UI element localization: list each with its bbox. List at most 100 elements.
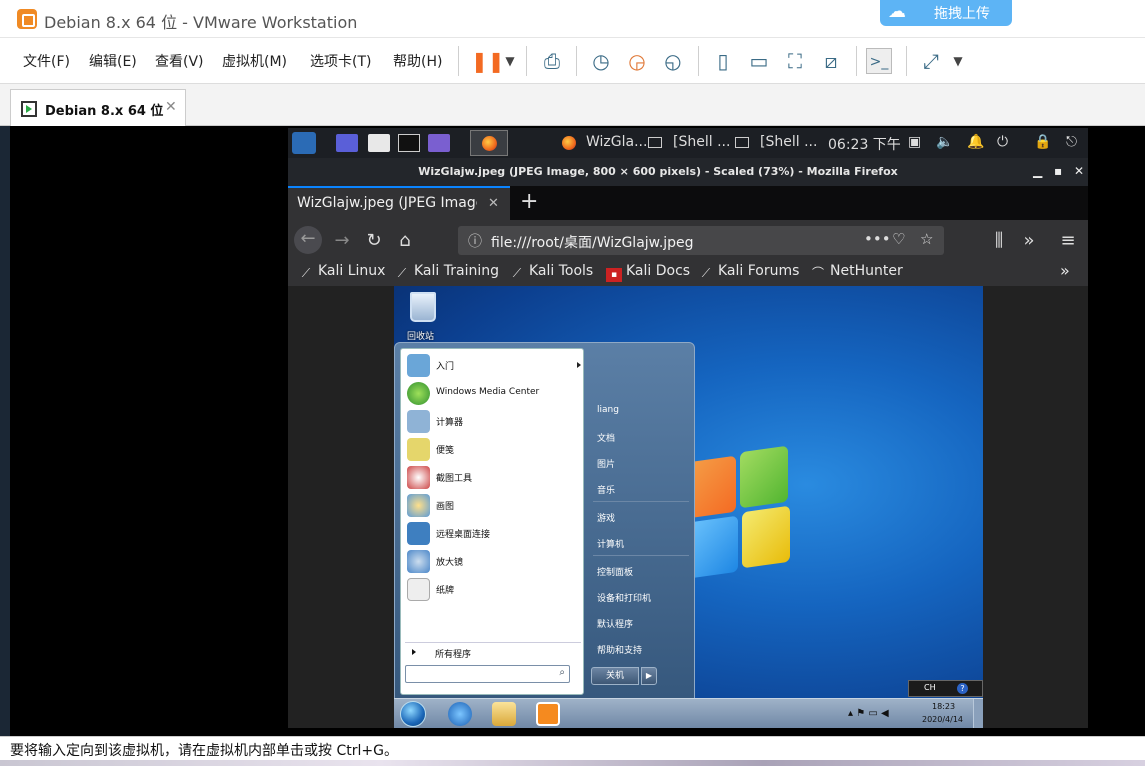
bookmark-nethunter[interactable]: ⌒ NetHunter bbox=[810, 263, 903, 280]
task-firefox[interactable]: WizGla... bbox=[586, 134, 647, 150]
start-item-getting-started[interactable]: 入门 bbox=[405, 353, 581, 379]
unity-icon[interactable]: ⧄ bbox=[818, 48, 844, 74]
start-right-documents[interactable]: 文档 bbox=[597, 431, 615, 444]
start-item-solitaire[interactable]: 纸牌 bbox=[405, 577, 581, 603]
menu-tabs[interactable]: 选项卡(T) bbox=[310, 51, 371, 71]
firefox-launcher-icon[interactable] bbox=[470, 130, 508, 156]
start-right-games[interactable]: 游戏 bbox=[597, 511, 615, 524]
stretch-guest-icon[interactable]: ⤢ bbox=[918, 48, 944, 74]
library-icon[interactable]: ⫼ bbox=[986, 228, 1012, 254]
chevron-down-icon[interactable]: ▼ bbox=[945, 48, 971, 74]
tray-time[interactable]: 18:23 bbox=[932, 702, 955, 711]
help-icon[interactable]: ? bbox=[957, 683, 968, 694]
explorer-folder-icon[interactable] bbox=[492, 702, 516, 726]
all-programs[interactable]: 所有程序 bbox=[405, 642, 581, 662]
start-right-help-support[interactable]: 帮助和支持 bbox=[597, 643, 642, 656]
logout-icon[interactable]: ⎋ bbox=[1066, 134, 1077, 150]
home-button[interactable]: ⌂ bbox=[392, 228, 418, 254]
hamburger-menu-icon[interactable]: ≡ bbox=[1055, 228, 1081, 254]
media-player-icon[interactable] bbox=[536, 702, 560, 726]
start-item-calculator[interactable]: 计算器 bbox=[405, 409, 581, 435]
start-right-music[interactable]: 音乐 bbox=[597, 483, 615, 496]
forward-button[interactable]: → bbox=[329, 228, 355, 254]
start-item-magnifier[interactable]: 放大镜 bbox=[405, 549, 581, 575]
start-item-snipping-tool[interactable]: 截图工具 bbox=[405, 465, 581, 491]
display-icon[interactable]: ▣ bbox=[908, 134, 921, 150]
new-tab-button[interactable]: + bbox=[520, 189, 538, 214]
clock[interactable]: 06:23 下午 bbox=[828, 134, 901, 154]
tab-image[interactable]: WizGlajw.jpeg (JPEG Image ✕ bbox=[288, 186, 510, 220]
start-item-paint[interactable]: 画图 bbox=[405, 493, 581, 519]
tray-date[interactable]: 2020/4/14 bbox=[922, 715, 963, 724]
notification-bell-icon[interactable]: 🔔 bbox=[967, 134, 984, 150]
upload-button[interactable]: ☁ 拖拽上传 bbox=[880, 0, 1012, 26]
menu-edit[interactable]: 编辑(E) bbox=[89, 51, 137, 71]
send-ctrl-alt-del-icon[interactable]: ⎙ bbox=[539, 48, 565, 74]
bookmark-kali-tools[interactable]: ⟋ Kali Tools bbox=[509, 263, 593, 280]
shutdown-options-arrow-icon[interactable]: ▶ bbox=[641, 667, 657, 685]
shutdown-button[interactable]: 关机 bbox=[591, 667, 639, 685]
start-right-computer[interactable]: 计算机 bbox=[597, 537, 624, 550]
start-right-default-programs[interactable]: 默认程序 bbox=[597, 617, 633, 630]
menu-vm[interactable]: 虚拟机(M) bbox=[222, 51, 287, 71]
start-search-input[interactable]: ⌕ bbox=[405, 665, 570, 683]
maximize-icon[interactable]: ▪ bbox=[1054, 164, 1062, 178]
bookmarks-overflow-icon[interactable]: » bbox=[1060, 261, 1070, 280]
menu-help[interactable]: 帮助(H) bbox=[393, 51, 442, 71]
url-text[interactable]: file:///root/桌面/WizGlajw.jpeg bbox=[491, 232, 694, 252]
start-item-remote-desktop[interactable]: 远程桌面连接 bbox=[405, 521, 581, 547]
kali-menu-icon[interactable] bbox=[292, 132, 316, 154]
bookmark-kali-forums[interactable]: ⟋ Kali Forums bbox=[698, 263, 800, 280]
task-shell-1[interactable]: [Shell ... bbox=[673, 134, 730, 150]
displayed-image[interactable]: 回收站 入门 Windows Media Center 计算器 便笺 截图工具 … bbox=[394, 286, 983, 728]
close-icon[interactable]: ✕ bbox=[488, 196, 499, 211]
start-right-user[interactable]: liang bbox=[597, 405, 619, 415]
terminal-icon[interactable] bbox=[398, 134, 420, 152]
info-icon[interactable]: ⓘ bbox=[468, 231, 482, 251]
lock-icon[interactable]: 🔒 bbox=[1034, 134, 1051, 150]
back-button[interactable]: ← bbox=[294, 226, 322, 254]
file-manager-icon[interactable] bbox=[368, 134, 390, 152]
start-right-devices-printers[interactable]: 设备和打印机 bbox=[597, 591, 651, 604]
sidebar-toggle-icon[interactable]: ▯ bbox=[710, 48, 736, 74]
tab-title: WizGlajw.jpeg (JPEG Image bbox=[297, 195, 477, 211]
close-icon[interactable]: ✕ bbox=[1074, 164, 1084, 178]
workspace-icon[interactable] bbox=[336, 134, 358, 152]
chevron-down-icon[interactable]: ▼ bbox=[497, 48, 523, 74]
overflow-icon[interactable]: » bbox=[1016, 228, 1042, 254]
pause-icon[interactable]: ❚❚ bbox=[471, 48, 505, 74]
start-item-sticky-notes[interactable]: 便笺 bbox=[405, 437, 581, 463]
start-right-pictures[interactable]: 图片 bbox=[597, 457, 615, 470]
url-bar[interactable]: ⓘ file:///root/桌面/WizGlajw.jpeg ••• ♡ ☆ bbox=[458, 226, 944, 255]
start-item-media-center[interactable]: Windows Media Center bbox=[405, 381, 581, 407]
bookmark-kali-linux[interactable]: ⟋ Kali Linux bbox=[298, 263, 386, 280]
tray-icons[interactable]: ▴ ⚑ ▭ ◀ bbox=[848, 708, 889, 719]
show-desktop-button[interactable] bbox=[973, 699, 983, 728]
power-manager-icon[interactable]: ⏻ bbox=[997, 134, 1008, 150]
reload-button[interactable]: ↻ bbox=[361, 228, 387, 254]
snapshot-icon[interactable]: ◷ bbox=[588, 48, 614, 74]
internet-explorer-icon[interactable] bbox=[448, 702, 472, 726]
snapshot-manager-icon[interactable]: ◵ bbox=[660, 48, 686, 74]
menu-file[interactable]: 文件(F) bbox=[23, 51, 70, 71]
language-indicator[interactable]: CH bbox=[924, 683, 936, 692]
tab-debian[interactable]: Debian 8.x 64 位 ✕ bbox=[10, 89, 186, 126]
bookmark-kali-training[interactable]: ⟋ Kali Training bbox=[394, 263, 499, 280]
toolbar-separator bbox=[526, 46, 527, 76]
minimize-icon[interactable]: ▁ bbox=[1033, 164, 1042, 178]
screenshot-icon[interactable] bbox=[428, 134, 450, 152]
start-right-control-panel[interactable]: 控制面板 bbox=[597, 565, 633, 578]
bookmark-star-icon[interactable]: ☆ bbox=[920, 230, 933, 248]
fullscreen-icon[interactable]: ⛶ bbox=[782, 48, 808, 74]
menu-view[interactable]: 查看(V) bbox=[155, 51, 204, 71]
task-shell-2[interactable]: [Shell ... bbox=[760, 134, 817, 150]
revert-snapshot-icon[interactable]: ◶ bbox=[624, 48, 650, 74]
close-icon[interactable]: ✕ bbox=[165, 99, 177, 115]
start-orb-icon[interactable] bbox=[400, 701, 426, 727]
terminal-icon[interactable]: >_ bbox=[866, 48, 892, 74]
console-view-icon[interactable]: ▭ bbox=[746, 48, 772, 74]
page-actions-icon[interactable]: ••• bbox=[864, 230, 891, 248]
volume-icon[interactable]: 🔈 bbox=[936, 134, 953, 150]
pocket-icon[interactable]: ♡ bbox=[892, 230, 905, 248]
bookmark-kali-docs[interactable]: ▪ Kali Docs bbox=[606, 263, 690, 282]
